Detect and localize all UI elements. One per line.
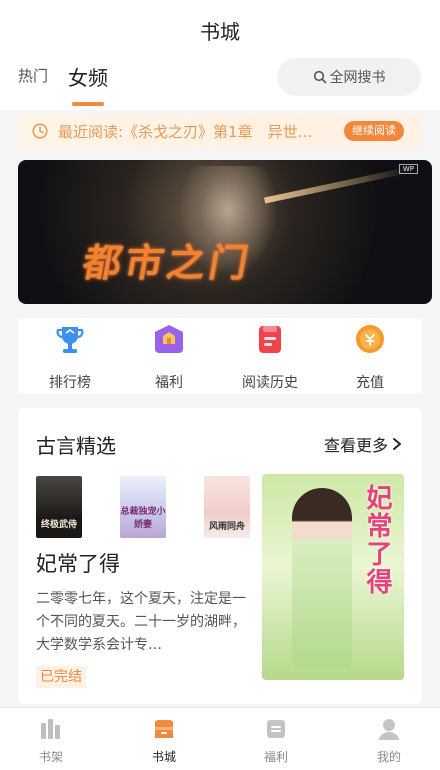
banner-title: 都市之门: [79, 240, 256, 285]
banner-badge: WP: [398, 164, 418, 174]
tab-hot[interactable]: 热门: [18, 65, 48, 86]
status-badge: 已完结: [36, 666, 86, 688]
featured-book-cover[interactable]: 妃常了得: [262, 474, 404, 680]
shortcut-welfare[interactable]: 福利: [129, 322, 209, 392]
bottom-navigation: 书架 书城 福利 我的: [0, 707, 440, 770]
section-title: 古言精选: [36, 434, 116, 458]
book-cover-title: 风雨同舟: [208, 522, 245, 532]
nav-bookstore[interactable]: 书城: [124, 716, 204, 765]
view-more-link[interactable]: 查看更多: [324, 432, 402, 456]
profile-icon: [379, 719, 399, 740]
coin-icon: [356, 325, 384, 353]
promo-banner[interactable]: 都市之门 WP: [18, 160, 432, 304]
cover-illustration: [292, 488, 352, 668]
continue-reading-button[interactable]: 继续阅读: [344, 121, 404, 141]
shortcut-recharge[interactable]: 充值: [330, 322, 410, 392]
nav-profile[interactable]: 我的: [349, 716, 429, 765]
shortcut-row: 排行榜 福利 阅读历史 充值: [18, 318, 422, 394]
tab-female[interactable]: 女频: [68, 62, 108, 91]
book-cover-title: 终极武侍: [40, 520, 77, 530]
banner-blade: [264, 166, 412, 204]
bookshelf-icon: [41, 719, 60, 739]
nav-bookshelf[interactable]: 书架: [11, 716, 91, 765]
nav-welfare[interactable]: 福利: [236, 716, 316, 765]
featured-book-description: 二零零七年，这个夏天，注定是一个不同的夏天。二十一岁的湖畔，大学数学系会计专…: [36, 591, 246, 653]
gift-house-icon: [155, 325, 183, 353]
bookstore-icon: [155, 720, 173, 738]
book-cover[interactable]: 风雨同舟: [204, 476, 250, 538]
clock-icon: [32, 123, 48, 139]
nav-label: 福利: [263, 750, 288, 764]
nav-label: 我的: [376, 750, 401, 764]
book-cover[interactable]: 总裁独宠小娇妻: [120, 476, 166, 538]
chevron-right-icon: [393, 438, 401, 450]
book-cover-title: 总裁独宠小娇妻: [120, 507, 166, 530]
search-button[interactable]: 全网搜书: [277, 58, 421, 96]
top-header: 书城 热门 女频 全网搜书: [0, 0, 440, 110]
shortcut-label: 排行榜: [49, 375, 91, 391]
nav-label: 书城: [151, 750, 176, 764]
shortcut-history[interactable]: 阅读历史: [230, 322, 310, 392]
shortcut-label: 福利: [155, 375, 183, 391]
history-book-icon: [259, 326, 281, 353]
recent-reading-text: 最近阅读:《杀戈之刃》第1章 异世…: [58, 122, 313, 141]
welfare-icon: [267, 720, 285, 738]
nav-label: 书架: [38, 750, 63, 764]
active-tab-indicator: [72, 102, 104, 106]
search-icon: [313, 70, 326, 84]
view-more-label: 查看更多: [323, 436, 388, 455]
shortcut-label: 充值: [356, 375, 384, 391]
search-label: 全网搜书: [329, 70, 386, 86]
featured-book-title[interactable]: 妃常了得: [36, 548, 120, 578]
section-card-ancient-romance: 古言精选 查看更多 终极武侍 总裁独宠小娇妻 风雨同舟 妃常了得 妃常了得 二零…: [18, 408, 422, 704]
shortcut-ranking[interactable]: 排行榜: [30, 322, 110, 392]
shortcut-label: 阅读历史: [242, 375, 298, 391]
book-cover[interactable]: 终极武侍: [36, 476, 82, 538]
featured-cover-title: 妃常了得: [362, 484, 392, 596]
page-title: 书城: [200, 20, 240, 44]
trophy-icon: [56, 327, 84, 353]
recent-reading-bar[interactable]: 最近阅读:《杀戈之刃》第1章 异世… 继续阅读: [18, 114, 422, 148]
